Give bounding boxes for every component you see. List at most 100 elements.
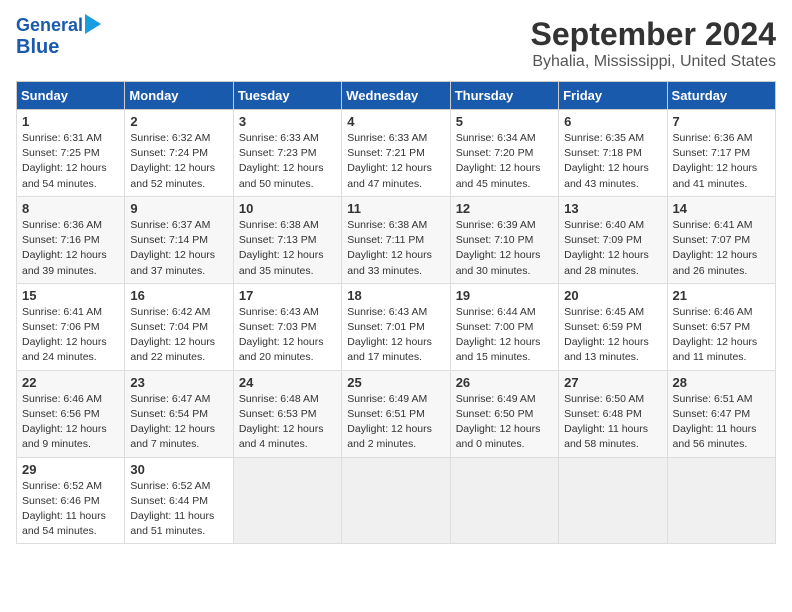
day-number: 25 bbox=[347, 375, 444, 390]
day-number: 11 bbox=[347, 201, 444, 216]
day-number: 17 bbox=[239, 288, 336, 303]
day-info: Sunrise: 6:50 AMSunset: 6:48 PMDaylight:… bbox=[564, 393, 648, 451]
table-row: 22 Sunrise: 6:46 AMSunset: 6:56 PMDaylig… bbox=[17, 370, 125, 457]
calendar-header: Sunday Monday Tuesday Wednesday Thursday… bbox=[17, 82, 776, 110]
day-info: Sunrise: 6:48 AMSunset: 6:53 PMDaylight:… bbox=[239, 393, 324, 451]
table-row: 23 Sunrise: 6:47 AMSunset: 6:54 PMDaylig… bbox=[125, 370, 233, 457]
day-number: 29 bbox=[22, 462, 119, 477]
day-info: Sunrise: 6:52 AMSunset: 6:46 PMDaylight:… bbox=[22, 480, 106, 538]
table-row: 15 Sunrise: 6:41 AMSunset: 7:06 PMDaylig… bbox=[17, 283, 125, 370]
day-info: Sunrise: 6:35 AMSunset: 7:18 PMDaylight:… bbox=[564, 132, 649, 190]
page-header: General Blue September 2024 Byhalia, Mis… bbox=[16, 16, 776, 71]
table-row: 9 Sunrise: 6:37 AMSunset: 7:14 PMDayligh… bbox=[125, 196, 233, 283]
day-number: 19 bbox=[456, 288, 553, 303]
day-info: Sunrise: 6:47 AMSunset: 6:54 PMDaylight:… bbox=[130, 393, 215, 451]
table-row: 24 Sunrise: 6:48 AMSunset: 6:53 PMDaylig… bbox=[233, 370, 341, 457]
table-row: 3 Sunrise: 6:33 AMSunset: 7:23 PMDayligh… bbox=[233, 110, 341, 197]
table-row bbox=[450, 457, 558, 544]
calendar-week-row: 29 Sunrise: 6:52 AMSunset: 6:46 PMDaylig… bbox=[17, 457, 776, 544]
day-info: Sunrise: 6:43 AMSunset: 7:03 PMDaylight:… bbox=[239, 306, 324, 364]
logo: General Blue bbox=[16, 16, 101, 58]
day-number: 22 bbox=[22, 375, 119, 390]
table-row: 20 Sunrise: 6:45 AMSunset: 6:59 PMDaylig… bbox=[559, 283, 667, 370]
day-header-saturday: Saturday bbox=[667, 82, 775, 110]
table-row bbox=[667, 457, 775, 544]
day-info: Sunrise: 6:41 AMSunset: 7:06 PMDaylight:… bbox=[22, 306, 107, 364]
logo-text: General bbox=[16, 16, 83, 36]
calendar-week-row: 8 Sunrise: 6:36 AMSunset: 7:16 PMDayligh… bbox=[17, 196, 776, 283]
day-info: Sunrise: 6:40 AMSunset: 7:09 PMDaylight:… bbox=[564, 219, 649, 277]
table-row: 12 Sunrise: 6:39 AMSunset: 7:10 PMDaylig… bbox=[450, 196, 558, 283]
table-row: 18 Sunrise: 6:43 AMSunset: 7:01 PMDaylig… bbox=[342, 283, 450, 370]
table-row: 11 Sunrise: 6:38 AMSunset: 7:11 PMDaylig… bbox=[342, 196, 450, 283]
table-row: 4 Sunrise: 6:33 AMSunset: 7:21 PMDayligh… bbox=[342, 110, 450, 197]
day-info: Sunrise: 6:49 AMSunset: 6:50 PMDaylight:… bbox=[456, 393, 541, 451]
day-info: Sunrise: 6:36 AMSunset: 7:17 PMDaylight:… bbox=[673, 132, 758, 190]
table-row: 25 Sunrise: 6:49 AMSunset: 6:51 PMDaylig… bbox=[342, 370, 450, 457]
day-info: Sunrise: 6:44 AMSunset: 7:00 PMDaylight:… bbox=[456, 306, 541, 364]
day-number: 5 bbox=[456, 114, 553, 129]
table-row bbox=[559, 457, 667, 544]
calendar-week-row: 22 Sunrise: 6:46 AMSunset: 6:56 PMDaylig… bbox=[17, 370, 776, 457]
table-row: 21 Sunrise: 6:46 AMSunset: 6:57 PMDaylig… bbox=[667, 283, 775, 370]
day-info: Sunrise: 6:39 AMSunset: 7:10 PMDaylight:… bbox=[456, 219, 541, 277]
table-row bbox=[233, 457, 341, 544]
day-number: 7 bbox=[673, 114, 770, 129]
day-number: 26 bbox=[456, 375, 553, 390]
table-row: 30 Sunrise: 6:52 AMSunset: 6:44 PMDaylig… bbox=[125, 457, 233, 544]
day-number: 1 bbox=[22, 114, 119, 129]
day-header-monday: Monday bbox=[125, 82, 233, 110]
table-row: 28 Sunrise: 6:51 AMSunset: 6:47 PMDaylig… bbox=[667, 370, 775, 457]
day-header-tuesday: Tuesday bbox=[233, 82, 341, 110]
day-number: 18 bbox=[347, 288, 444, 303]
day-header-thursday: Thursday bbox=[450, 82, 558, 110]
logo-blue-text: Blue bbox=[16, 36, 59, 58]
table-row: 2 Sunrise: 6:32 AMSunset: 7:24 PMDayligh… bbox=[125, 110, 233, 197]
day-number: 2 bbox=[130, 114, 227, 129]
day-info: Sunrise: 6:42 AMSunset: 7:04 PMDaylight:… bbox=[130, 306, 215, 364]
day-info: Sunrise: 6:38 AMSunset: 7:11 PMDaylight:… bbox=[347, 219, 432, 277]
day-info: Sunrise: 6:43 AMSunset: 7:01 PMDaylight:… bbox=[347, 306, 432, 364]
day-number: 13 bbox=[564, 201, 661, 216]
table-row: 16 Sunrise: 6:42 AMSunset: 7:04 PMDaylig… bbox=[125, 283, 233, 370]
day-number: 8 bbox=[22, 201, 119, 216]
day-info: Sunrise: 6:32 AMSunset: 7:24 PMDaylight:… bbox=[130, 132, 215, 190]
day-info: Sunrise: 6:33 AMSunset: 7:21 PMDaylight:… bbox=[347, 132, 432, 190]
calendar-subtitle: Byhalia, Mississippi, United States bbox=[531, 53, 776, 71]
day-number: 24 bbox=[239, 375, 336, 390]
calendar-title: September 2024 bbox=[531, 16, 776, 53]
day-info: Sunrise: 6:37 AMSunset: 7:14 PMDaylight:… bbox=[130, 219, 215, 277]
day-number: 3 bbox=[239, 114, 336, 129]
day-info: Sunrise: 6:34 AMSunset: 7:20 PMDaylight:… bbox=[456, 132, 541, 190]
calendar-week-row: 1 Sunrise: 6:31 AMSunset: 7:25 PMDayligh… bbox=[17, 110, 776, 197]
logo-arrow-icon bbox=[85, 14, 101, 34]
table-row: 19 Sunrise: 6:44 AMSunset: 7:00 PMDaylig… bbox=[450, 283, 558, 370]
day-number: 9 bbox=[130, 201, 227, 216]
day-info: Sunrise: 6:46 AMSunset: 6:57 PMDaylight:… bbox=[673, 306, 758, 364]
day-number: 27 bbox=[564, 375, 661, 390]
days-of-week-row: Sunday Monday Tuesday Wednesday Thursday… bbox=[17, 82, 776, 110]
day-number: 12 bbox=[456, 201, 553, 216]
day-number: 21 bbox=[673, 288, 770, 303]
day-info: Sunrise: 6:41 AMSunset: 7:07 PMDaylight:… bbox=[673, 219, 758, 277]
calendar-week-row: 15 Sunrise: 6:41 AMSunset: 7:06 PMDaylig… bbox=[17, 283, 776, 370]
table-row: 17 Sunrise: 6:43 AMSunset: 7:03 PMDaylig… bbox=[233, 283, 341, 370]
day-info: Sunrise: 6:46 AMSunset: 6:56 PMDaylight:… bbox=[22, 393, 107, 451]
day-number: 15 bbox=[22, 288, 119, 303]
title-block: September 2024 Byhalia, Mississippi, Uni… bbox=[531, 16, 776, 71]
day-info: Sunrise: 6:36 AMSunset: 7:16 PMDaylight:… bbox=[22, 219, 107, 277]
table-row: 6 Sunrise: 6:35 AMSunset: 7:18 PMDayligh… bbox=[559, 110, 667, 197]
day-number: 30 bbox=[130, 462, 227, 477]
day-info: Sunrise: 6:33 AMSunset: 7:23 PMDaylight:… bbox=[239, 132, 324, 190]
table-row: 13 Sunrise: 6:40 AMSunset: 7:09 PMDaylig… bbox=[559, 196, 667, 283]
day-number: 14 bbox=[673, 201, 770, 216]
table-row: 5 Sunrise: 6:34 AMSunset: 7:20 PMDayligh… bbox=[450, 110, 558, 197]
day-number: 23 bbox=[130, 375, 227, 390]
day-info: Sunrise: 6:31 AMSunset: 7:25 PMDaylight:… bbox=[22, 132, 107, 190]
day-info: Sunrise: 6:52 AMSunset: 6:44 PMDaylight:… bbox=[130, 480, 214, 538]
day-header-friday: Friday bbox=[559, 82, 667, 110]
table-row: 14 Sunrise: 6:41 AMSunset: 7:07 PMDaylig… bbox=[667, 196, 775, 283]
day-info: Sunrise: 6:45 AMSunset: 6:59 PMDaylight:… bbox=[564, 306, 649, 364]
table-row: 1 Sunrise: 6:31 AMSunset: 7:25 PMDayligh… bbox=[17, 110, 125, 197]
day-info: Sunrise: 6:51 AMSunset: 6:47 PMDaylight:… bbox=[673, 393, 757, 451]
